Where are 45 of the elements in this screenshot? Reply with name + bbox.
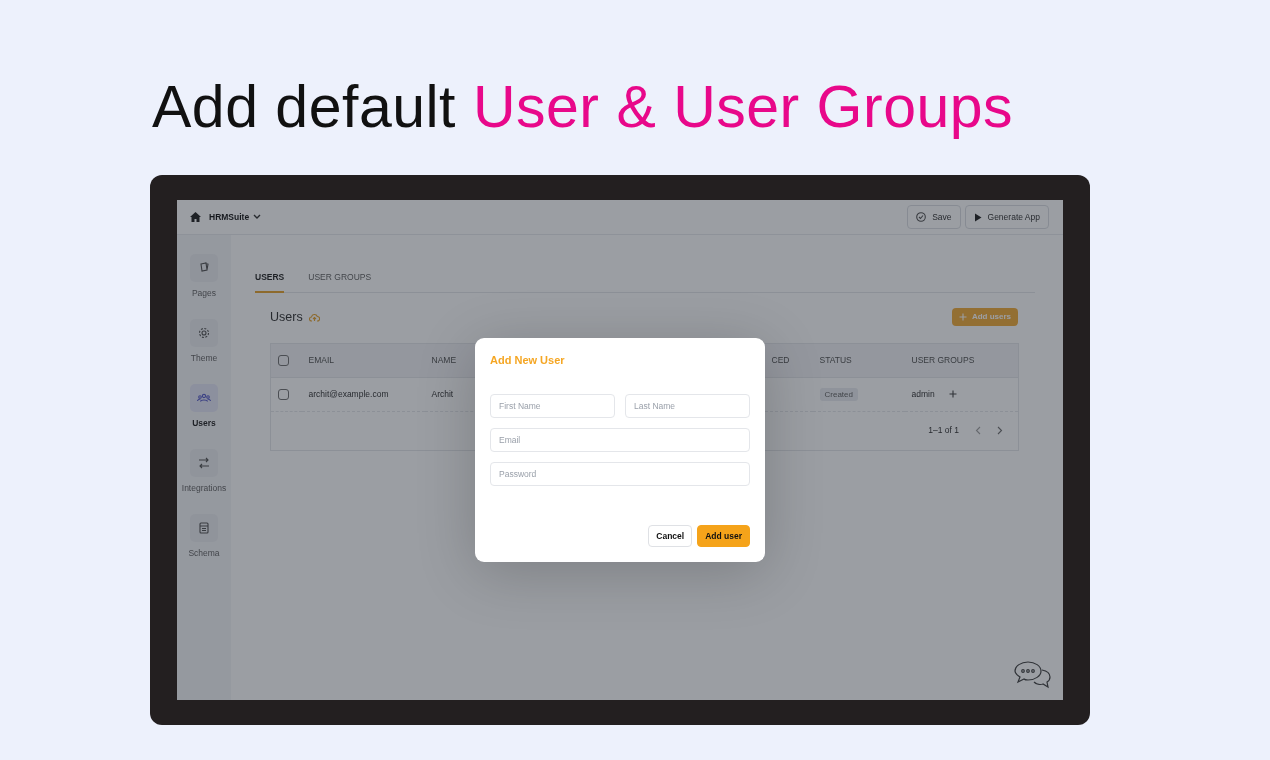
pagination-text: 1–1 of 1 xyxy=(928,424,959,437)
headline-text: Add default xyxy=(152,74,456,140)
home-icon xyxy=(190,212,201,222)
row-checkbox[interactable] xyxy=(278,388,289,400)
generate-app-button[interactable]: Generate App xyxy=(964,205,1049,229)
column-header: CED xyxy=(771,354,790,365)
plus-icon xyxy=(958,313,967,322)
sidebar-item[interactable]: Users xyxy=(190,384,218,449)
save-button[interactable]: Save xyxy=(907,205,961,229)
dialog-title: Add New User xyxy=(490,354,566,368)
document-icon xyxy=(196,520,212,536)
column-header: EMAIL xyxy=(308,354,334,365)
plus-icon[interactable] xyxy=(948,390,957,399)
column-header: NAME xyxy=(431,354,457,365)
input-field[interactable]: First Name xyxy=(490,394,615,419)
chevron-right-icon[interactable] xyxy=(997,426,1003,435)
column-header: STATUS xyxy=(819,354,852,365)
chevron-left-icon[interactable] xyxy=(975,426,981,435)
input-field[interactable]: Email xyxy=(490,428,750,453)
project-dropdown[interactable]: HRMSuite xyxy=(209,210,262,224)
add-user-button[interactable]: Add user xyxy=(697,525,750,547)
column-header: USER GROUPS xyxy=(911,354,975,365)
gear-icon xyxy=(196,325,212,341)
sidebar-item[interactable]: Schema xyxy=(188,514,220,579)
cloud-icon xyxy=(308,312,320,322)
input-field[interactable]: Password xyxy=(490,462,750,487)
headline-text: User & User Groups xyxy=(472,74,1014,140)
sidebar-item[interactable]: Theme xyxy=(190,319,218,384)
table-cell: Archit xyxy=(431,388,454,399)
section-title: Users xyxy=(270,308,303,326)
status-badge: Created xyxy=(819,387,858,401)
select-all-checkbox[interactable] xyxy=(278,354,289,366)
chevron-down-icon xyxy=(253,214,262,220)
chat-icon xyxy=(1014,660,1052,690)
play-icon xyxy=(973,212,982,222)
table-cell: archit@example.com xyxy=(308,388,389,399)
tab[interactable]: USER GROUPS xyxy=(308,271,372,293)
sidebar-item[interactable]: Integrations xyxy=(181,449,227,514)
cancel-button[interactable]: Cancel xyxy=(648,525,693,547)
table-cell: admin xyxy=(911,388,935,399)
sidebar-item[interactable]: Pages xyxy=(190,254,218,319)
arrows-icon xyxy=(196,455,212,471)
input-field[interactable]: Last Name xyxy=(625,394,750,419)
check-circle-icon xyxy=(916,212,927,222)
tab[interactable]: USERS xyxy=(255,271,285,293)
